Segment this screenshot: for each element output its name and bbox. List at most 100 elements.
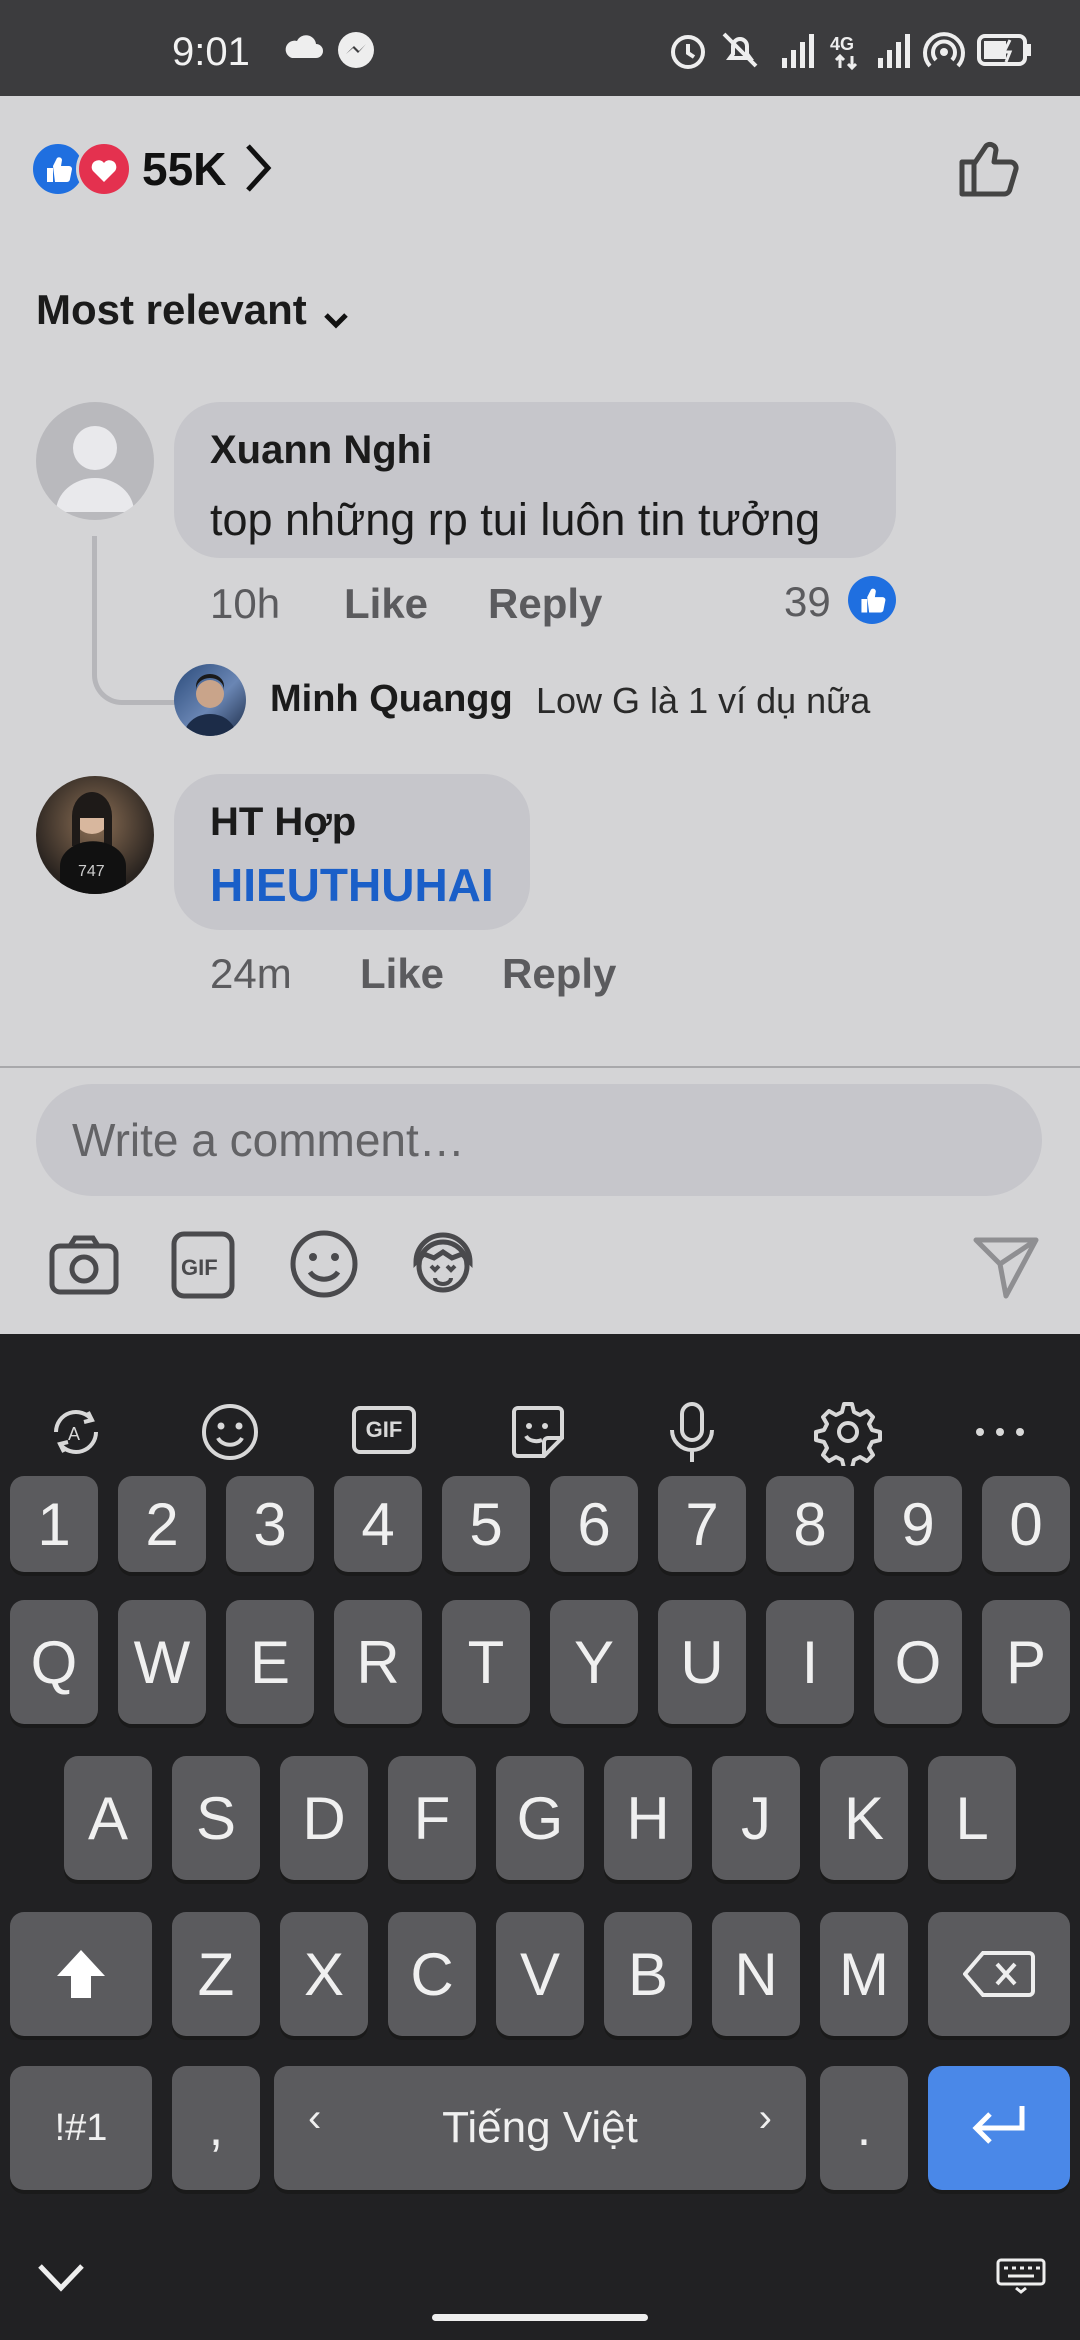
letter-key[interactable]: X [280,1912,368,2036]
number-key[interactable]: 0 [982,1476,1070,1572]
key-label: I [801,1628,819,1696]
letter-key[interactable]: Z [172,1912,260,2036]
keyboard-switch-icon[interactable] [996,2258,1046,2294]
comment-author[interactable]: HT Hợp [210,800,356,845]
comment-time: 24m [210,950,292,997]
key-label: 9 [901,1490,935,1558]
number-key[interactable]: 5 [442,1476,530,1572]
letter-key[interactable]: L [928,1756,1016,1880]
emoji-icon[interactable] [288,1228,360,1300]
key-label: 1 [37,1490,71,1558]
number-key[interactable]: 1 [10,1476,98,1572]
letter-key[interactable]: M [820,1912,908,2036]
period-key[interactable]: . [820,2066,908,2190]
home-indicator[interactable] [432,2314,648,2321]
letter-key[interactable]: A [64,1756,152,1880]
gif-icon[interactable]: GIF [170,1230,236,1300]
key-label: W [133,1628,191,1696]
backspace-key[interactable] [928,1912,1070,2036]
key-label: F [413,1784,451,1852]
sticker-icon[interactable] [504,1398,572,1466]
key-label: 2 [145,1490,179,1558]
comment-input[interactable] [36,1084,1042,1196]
reply-preview[interactable]: Minh Quangg Low G là 1 ví dụ nữa [174,664,974,738]
letter-key[interactable]: W [118,1600,206,1724]
like-link[interactable]: Like [344,580,428,628]
key-label: N [734,1940,778,2008]
letter-key[interactable]: R [334,1600,422,1724]
key-label: Y [573,1628,615,1696]
signal-icon-2 [878,34,910,68]
messenger-icon [338,32,374,68]
number-key[interactable]: 3 [226,1476,314,1572]
gif-keyboard-icon[interactable]: GIF [352,1406,416,1454]
like-link[interactable]: Like [360,950,444,998]
emoji-keyboard-icon[interactable] [196,1398,264,1466]
enter-icon [972,2106,1025,2144]
letter-key[interactable]: B [604,1912,692,2036]
avatar-ht-hop[interactable]: 747 [36,776,154,894]
letter-key[interactable]: I [766,1600,854,1724]
letter-key[interactable]: D [280,1756,368,1880]
comment-bubble[interactable]: HT Hợp HIEUTHUHAI [174,774,530,930]
microphone-icon[interactable] [658,1398,726,1466]
key-label: P [1005,1628,1047,1696]
comment-2: 747 HT Hợp HIEUTHUHAI 24m Like Reply [0,774,1080,1014]
number-key[interactable]: 9 [874,1476,962,1572]
letter-key[interactable]: K [820,1756,908,1880]
letter-key[interactable]: S [172,1756,260,1880]
send-icon[interactable] [970,1230,1042,1302]
settings-gear-icon[interactable] [814,1398,882,1466]
avatar-sticker-icon[interactable] [406,1228,480,1300]
reply-link[interactable]: Reply [488,580,602,628]
comma-key[interactable]: , [172,2066,260,2190]
number-key[interactable]: 4 [334,1476,422,1572]
letter-key[interactable]: T [442,1600,530,1724]
signal-icon [782,34,814,68]
letter-key[interactable]: H [604,1756,692,1880]
reactions-summary[interactable]: 55K [30,136,290,197]
comment-author[interactable]: Xuann Nghi [210,428,432,473]
sort-dropdown[interactable]: Most relevant [36,286,351,342]
comment-bubble[interactable]: Xuann Nghi top những rp tui luôn tin tưở… [174,402,896,558]
space-key[interactable]: ‹ Tiếng Việt › [274,2066,806,2190]
camera-icon[interactable] [48,1232,120,1298]
letter-key[interactable]: F [388,1756,476,1880]
space-key-label: Tiếng Việt [442,2103,638,2152]
letter-key[interactable]: E [226,1600,314,1724]
letter-key[interactable]: G [496,1756,584,1880]
number-key[interactable]: 8 [766,1476,854,1572]
backspace-icon [963,1951,1035,1997]
cloud-icon [285,35,323,58]
letter-key[interactable]: V [496,1912,584,2036]
letter-key[interactable]: O [874,1600,962,1724]
letter-key[interactable]: P [982,1600,1070,1724]
symbols-key[interactable]: !#1 [10,2066,152,2190]
letter-key[interactable]: N [712,1912,800,2036]
svg-text:GIF: GIF [181,1255,218,1280]
letter-key[interactable]: Q [10,1600,98,1724]
enter-key[interactable] [928,2066,1070,2190]
avatar-default[interactable] [36,402,154,520]
key-label: Q [30,1628,78,1696]
rotate-keyboard-icon[interactable]: A [42,1398,110,1466]
keyboard: A GIF 1234567890 QWERTYUIOP ASDFGHJKL ZX… [0,1334,1080,2340]
key-label: G [516,1784,564,1852]
reply-text: Low G là 1 ví dụ nữa [536,680,871,721]
number-key[interactable]: 2 [118,1476,206,1572]
more-options-icon[interactable] [966,1398,1034,1466]
key-label: 4 [361,1490,395,1558]
letter-key[interactable]: C [388,1912,476,2036]
hide-keyboard-icon[interactable] [34,2258,88,2296]
reply-link[interactable]: Reply [502,950,616,998]
like-button[interactable] [956,132,1026,202]
letter-key[interactable]: Y [550,1600,638,1724]
reply-author[interactable]: Minh Quangg [270,678,513,721]
number-key[interactable]: 6 [550,1476,638,1572]
number-key[interactable]: 7 [658,1476,746,1572]
letter-key[interactable]: U [658,1600,746,1724]
letter-key[interactable]: J [712,1756,800,1880]
comment-time: 10h [210,580,281,627]
shift-key[interactable] [10,1912,152,2036]
comment-tag-link[interactable]: HIEUTHUHAI [210,858,494,912]
